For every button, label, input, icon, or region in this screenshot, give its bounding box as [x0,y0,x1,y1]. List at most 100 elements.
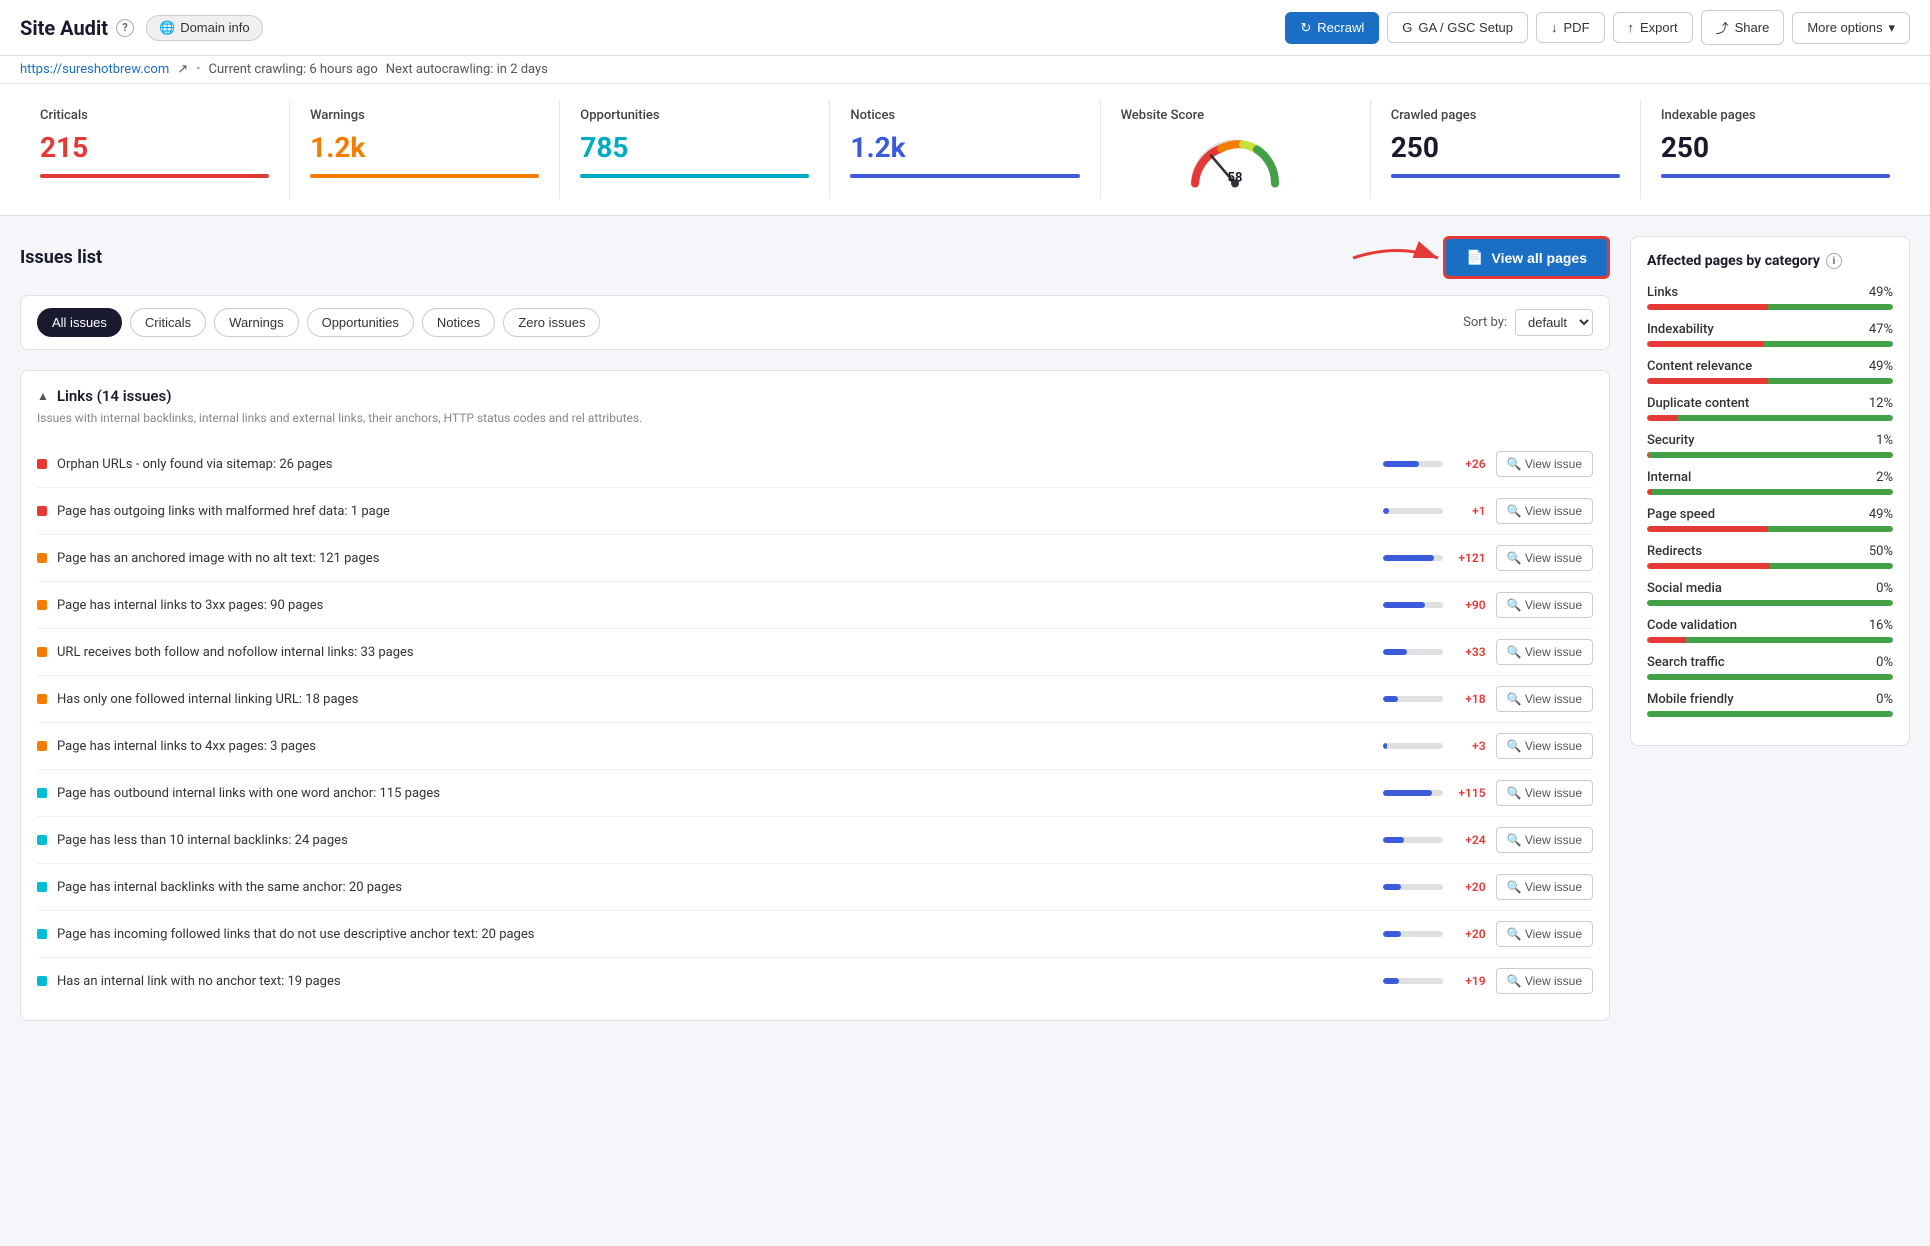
view-issue-button[interactable]: 🔍 View issue [1496,451,1593,477]
chevron-up-icon[interactable]: ▲ [37,389,49,403]
tab-notices[interactable]: Notices [422,308,495,337]
mini-bar [1383,743,1443,749]
tab-criticals[interactable]: Criticals [130,308,206,337]
view-issue-button[interactable]: 🔍 View issue [1496,733,1593,759]
red-bar [1647,341,1763,347]
main-content: Issues list 📄 View all pages [0,216,1930,1057]
category-header: Mobile friendly 0% [1647,692,1893,707]
view-issue-button[interactable]: 🔍 View issue [1496,686,1593,712]
external-link-icon: ↗ [177,62,188,77]
affected-pages-card: Affected pages by category i Links 49% I… [1630,236,1910,746]
issue-delta: +3 [1451,739,1486,753]
tab-zero-issues[interactable]: Zero issues [503,308,600,337]
notices-value: 1.2k [850,131,1079,164]
category-bar [1647,452,1893,458]
issue-count-bar: +90 [1383,598,1486,612]
notices-card[interactable]: Notices 1.2k [830,100,1100,199]
category-pct: 0% [1876,655,1893,670]
category-name: Redirects [1647,544,1702,559]
indexable-pages-card[interactable]: Indexable pages 250 [1641,100,1910,199]
issue-text: URL receives both follow and nofollow in… [57,645,1373,660]
category-pct: 16% [1869,618,1893,633]
criticals-label: Criticals [40,108,269,123]
view-issue-button[interactable]: 🔍 View issue [1496,639,1593,665]
site-url-link[interactable]: https://sureshotbrew.com [20,62,169,77]
severity-dot [37,553,47,563]
more-options-button[interactable]: More options ▾ [1792,12,1910,44]
category-header: Page speed 49% [1647,507,1893,522]
green-bar [1763,341,1893,347]
mini-bar [1383,837,1443,843]
issue-text: Page has outbound internal links with on… [57,786,1373,801]
mini-bar [1383,508,1443,514]
category-bar [1647,489,1893,495]
issue-count-bar: +20 [1383,880,1486,894]
pdf-button[interactable]: ↓ PDF [1536,12,1605,43]
issue-row: Page has outgoing links with malformed h… [37,488,1593,535]
severity-dot [37,600,47,610]
tab-opportunities[interactable]: Opportunities [307,308,414,337]
category-header: Redirects 50% [1647,544,1893,559]
category-header: Internal 2% [1647,470,1893,485]
issue-text: Page has outgoing links with malformed h… [57,504,1373,519]
mini-bar [1383,790,1443,796]
view-issue-button[interactable]: 🔍 View issue [1496,921,1593,947]
issue-row: Page has internal links to 4xx pages: 3 … [37,723,1593,770]
green-bar [1770,563,1893,569]
red-bar [1647,378,1768,384]
mini-bar-fill [1383,461,1419,467]
mini-bar [1383,696,1443,702]
ga-gsc-button[interactable]: G GA / GSC Setup [1387,12,1528,43]
tab-warnings[interactable]: Warnings [214,308,298,337]
info-icon[interactable]: i [1826,253,1842,269]
sort-select[interactable]: default [1515,309,1593,336]
recrawl-button[interactable]: ↻ Recrawl [1285,12,1379,44]
mini-bar-fill [1383,884,1401,890]
view-all-pages-button[interactable]: 📄 View all pages [1443,236,1610,279]
help-icon[interactable]: ? [116,19,134,37]
criticals-card[interactable]: Criticals 215 [20,100,290,199]
website-score-card: Website Score 58 [1101,100,1371,199]
svg-text:58: 58 [1228,171,1243,186]
tab-all-issues[interactable]: All issues [37,308,122,337]
crawled-pages-value: 250 [1391,131,1620,164]
share-button[interactable]: ⤴ Share [1701,10,1785,45]
green-bar [1768,304,1893,310]
category-header: Code validation 16% [1647,618,1893,633]
view-issue-button[interactable]: 🔍 View issue [1496,968,1593,994]
category-internal: Internal 2% [1647,470,1893,495]
issue-row: URL receives both follow and nofollow in… [37,629,1593,676]
view-issue-button[interactable]: 🔍 View issue [1496,874,1593,900]
category-header: Search traffic 0% [1647,655,1893,670]
opportunities-card[interactable]: Opportunities 785 [560,100,830,199]
criticals-value: 215 [40,131,269,164]
view-issue-button[interactable]: 🔍 View issue [1496,498,1593,524]
category-header: Social media 0% [1647,581,1893,596]
domain-info-button[interactable]: 🌐 Domain info [146,15,263,41]
indexable-pages-bar [1661,174,1890,178]
mini-bar-fill [1383,743,1388,749]
issue-count-bar: +3 [1383,739,1486,753]
severity-dot [37,459,47,469]
category-name: Links [1647,285,1678,300]
view-issue-button[interactable]: 🔍 View issue [1496,592,1593,618]
view-issue-button[interactable]: 🔍 View issue [1496,780,1593,806]
opportunities-bar [580,174,809,178]
view-issue-button[interactable]: 🔍 View issue [1496,827,1593,853]
header: Site Audit ? 🌐 Domain info ↻ Recrawl G G… [0,0,1930,56]
severity-dot [37,976,47,986]
mini-bar [1383,884,1443,890]
view-issue-button[interactable]: 🔍 View issue [1496,545,1593,571]
severity-dot [37,882,47,892]
issue-row: Page has internal backlinks with the sam… [37,864,1593,911]
green-bar [1652,489,1893,495]
export-button[interactable]: ↑ Export [1613,12,1693,43]
category-pct: 0% [1876,581,1893,596]
mini-bar-fill [1383,602,1425,608]
severity-dot [37,788,47,798]
issue-delta: +121 [1451,551,1486,565]
warnings-card[interactable]: Warnings 1.2k [290,100,560,199]
issue-text: Page has internal links to 3xx pages: 90… [57,598,1373,613]
crawled-pages-card[interactable]: Crawled pages 250 [1371,100,1641,199]
category-name: Internal [1647,470,1691,485]
